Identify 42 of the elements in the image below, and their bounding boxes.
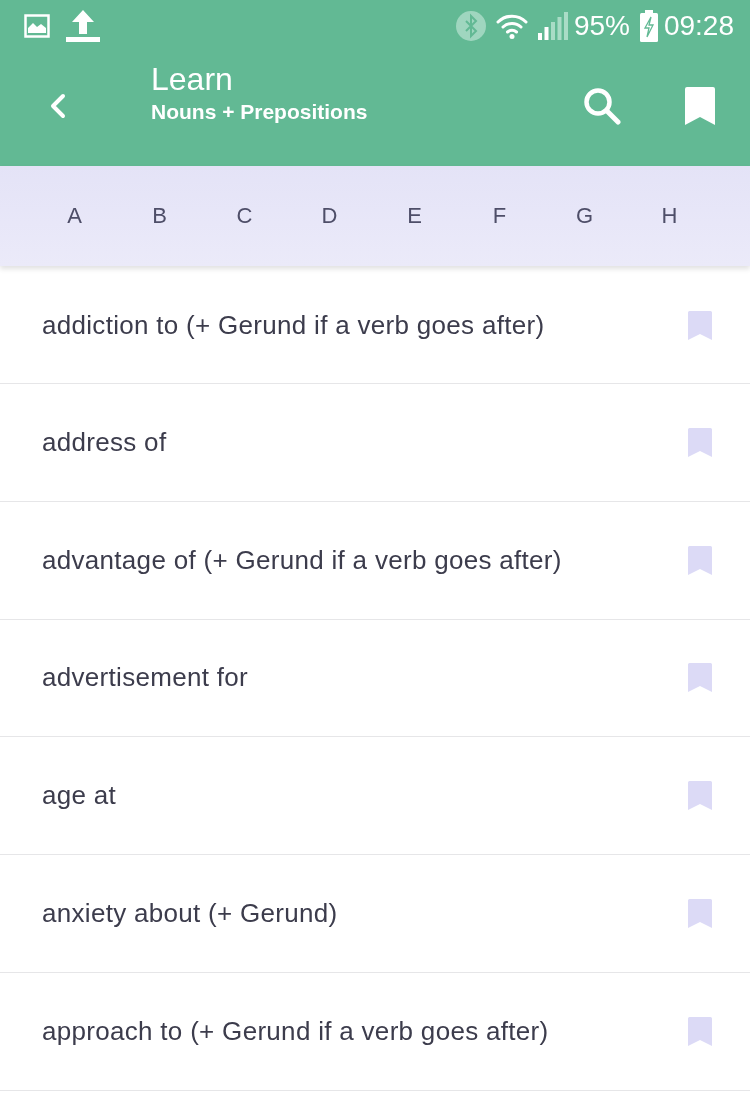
upload-icon bbox=[66, 10, 100, 42]
image-icon bbox=[24, 14, 50, 38]
bookmark-icon[interactable] bbox=[688, 1016, 712, 1046]
letter-tab[interactable]: E bbox=[372, 186, 457, 246]
bookmark-icon[interactable] bbox=[688, 311, 712, 340]
letter-tab[interactable]: C bbox=[202, 186, 287, 246]
phrase-text: address of bbox=[42, 426, 167, 458]
phrase-text: advertisement for bbox=[42, 662, 248, 694]
phrase-text: advantage of (+ Gerund if a verb goes after) bbox=[42, 544, 562, 576]
list-item[interactable]: advertisement for bbox=[0, 619, 750, 738]
letter-tab[interactable]: B bbox=[117, 186, 202, 246]
letter-tab[interactable]: G bbox=[542, 186, 627, 246]
phrase-text: anxiety about (+ Gerund) bbox=[42, 898, 338, 930]
phrase-text: age at bbox=[42, 780, 117, 812]
back-chevron-icon bbox=[50, 93, 66, 119]
bookmark-icon[interactable] bbox=[688, 899, 712, 929]
letter-tab[interactable]: A bbox=[32, 186, 117, 246]
bookmark-icon[interactable] bbox=[688, 781, 712, 811]
list-item[interactable]: approach to (+ Gerund if a verb goes after) bbox=[0, 973, 750, 1091]
list-item[interactable]: age at bbox=[0, 737, 750, 856]
screen-subtitle: Nouns + Prepositions bbox=[151, 99, 369, 125]
clock-time: 09:28 bbox=[663, 10, 734, 42]
letter-tab[interactable]: H bbox=[627, 186, 712, 246]
signal-icon bbox=[537, 12, 568, 40]
battery-charging-icon bbox=[639, 10, 658, 42]
list-item[interactable]: addiction to (+ Gerund if a verb goes after) bbox=[0, 268, 750, 384]
screen-title: Learn bbox=[151, 60, 234, 98]
letter-tab[interactable]: F bbox=[457, 186, 542, 246]
list-item[interactable]: advantage of (+ Gerund if a verb goes after) bbox=[0, 501, 750, 620]
letter-tab[interactable]: D bbox=[287, 186, 372, 246]
list-item[interactable]: address of bbox=[0, 384, 750, 502]
wifi-icon bbox=[495, 13, 528, 39]
bookmark-icon[interactable] bbox=[688, 663, 712, 693]
bookmark-icon[interactable] bbox=[688, 427, 712, 457]
bookmark-icon[interactable] bbox=[688, 545, 712, 575]
list-item[interactable]: anxiety about (+ Gerund) bbox=[0, 855, 750, 973]
battery-percentage: 95% bbox=[573, 10, 630, 42]
bookmark-icon bbox=[685, 87, 715, 125]
search-icon bbox=[583, 87, 621, 125]
bluetooth-icon bbox=[455, 11, 486, 41]
phrase-text: addiction to (+ Gerund if a verb goes after) bbox=[42, 310, 545, 341]
phrase-text: approach to (+ Gerund if a verb goes after) bbox=[42, 1015, 549, 1047]
